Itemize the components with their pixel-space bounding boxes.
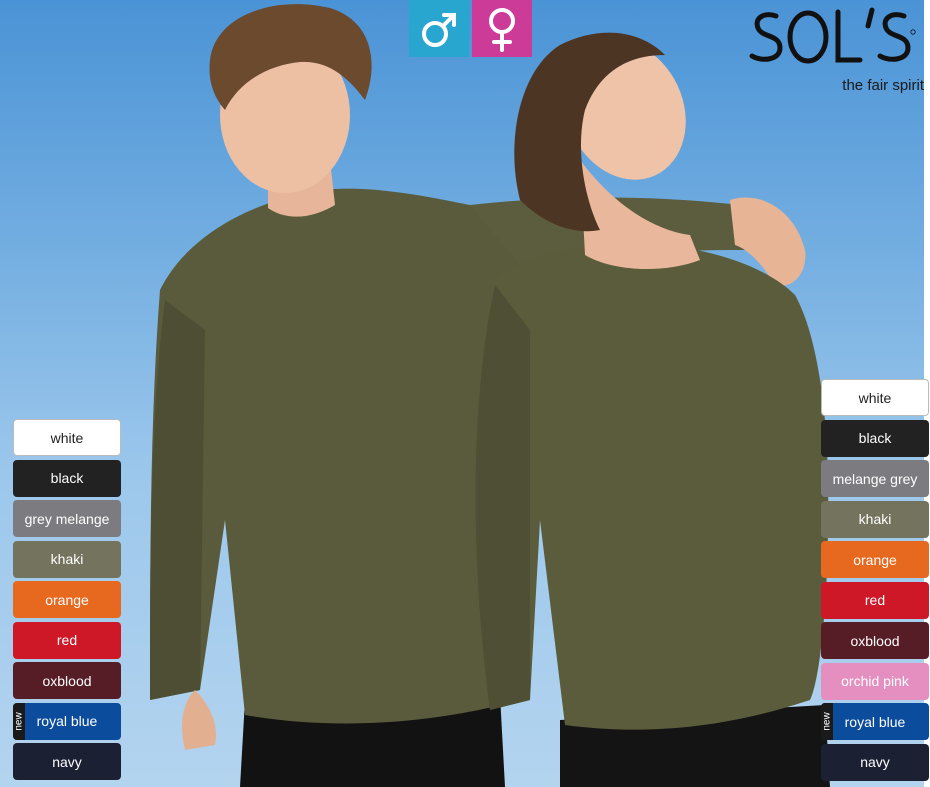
- new-badge-label: new: [13, 711, 25, 731]
- women-swatch-white[interactable]: white: [821, 379, 929, 416]
- swatch-label: khaki: [50, 551, 84, 567]
- brand-tagline: the fair spirit: [842, 77, 924, 94]
- men-swatch-orange[interactable]: orange: [13, 581, 121, 618]
- women-swatch-red[interactable]: red: [821, 581, 929, 619]
- men-swatch-black[interactable]: black: [13, 459, 121, 497]
- swatch-label: orchid pink: [841, 673, 909, 689]
- swatch-label: red: [864, 592, 886, 608]
- male-symbol-glyph: [422, 12, 456, 47]
- swatch-label: black: [858, 430, 892, 446]
- male-symbol-icon[interactable]: [409, 0, 469, 57]
- women-swatch-royal-blue[interactable]: new royal blue: [821, 703, 929, 740]
- women-swatch-black[interactable]: black: [821, 419, 929, 457]
- men-swatch-khaki[interactable]: khaki: [13, 540, 121, 578]
- women-swatch-orchid-pink[interactable]: orchid pink: [821, 662, 929, 700]
- women-swatch-melange-grey[interactable]: melange grey: [821, 460, 929, 497]
- swatch-label: khaki: [858, 511, 892, 527]
- men-swatch-navy[interactable]: navy: [13, 743, 121, 780]
- swatch-label: white: [858, 389, 892, 406]
- swatch-label: royal blue: [36, 713, 98, 729]
- men-swatch-red[interactable]: red: [13, 621, 121, 659]
- men-swatch-white[interactable]: white: [13, 419, 121, 456]
- female-symbol-glyph: [489, 7, 515, 52]
- women-swatch-orange[interactable]: orange: [821, 541, 929, 578]
- brand-logo: [749, 7, 916, 64]
- men-color-swatches: white black grey melange khaki orange red oxbl…: [13, 419, 121, 784]
- men-swatch-grey-melange[interactable]: grey melange: [13, 500, 121, 537]
- brand-block: the fair spirit: [749, 4, 924, 94]
- swatch-label: orange: [45, 591, 89, 608]
- swatch-label: red: [56, 632, 78, 648]
- new-badge-label: new: [821, 712, 833, 731]
- swatch-label: navy: [52, 753, 82, 770]
- product-photo: [0, 0, 930, 787]
- swatch-label: melange grey: [832, 470, 918, 487]
- man-hand-left: [182, 690, 216, 750]
- models-illustration: [150, 4, 830, 787]
- swatch-label: grey melange: [24, 510, 110, 527]
- new-badge: new: [821, 703, 833, 740]
- new-badge: new: [13, 702, 25, 740]
- swatch-label: oxblood: [850, 632, 900, 649]
- women-swatch-oxblood[interactable]: oxblood: [821, 622, 929, 659]
- women-swatch-navy[interactable]: navy: [821, 743, 929, 781]
- swatch-label: orange: [853, 551, 897, 568]
- swatch-label: navy: [860, 754, 890, 770]
- women-color-swatches: white black melange grey khaki orange red oxbl…: [821, 379, 929, 784]
- men-swatch-royal-blue[interactable]: new royal blue: [13, 702, 121, 740]
- swatch-label: oxblood: [42, 672, 92, 689]
- women-swatch-khaki[interactable]: khaki: [821, 500, 929, 538]
- female-symbol-icon[interactable]: [472, 0, 532, 57]
- swatch-label: black: [50, 470, 84, 486]
- swatch-label: white: [50, 429, 84, 446]
- swatch-label: royal blue: [844, 713, 906, 730]
- men-swatch-oxblood[interactable]: oxblood: [13, 662, 121, 699]
